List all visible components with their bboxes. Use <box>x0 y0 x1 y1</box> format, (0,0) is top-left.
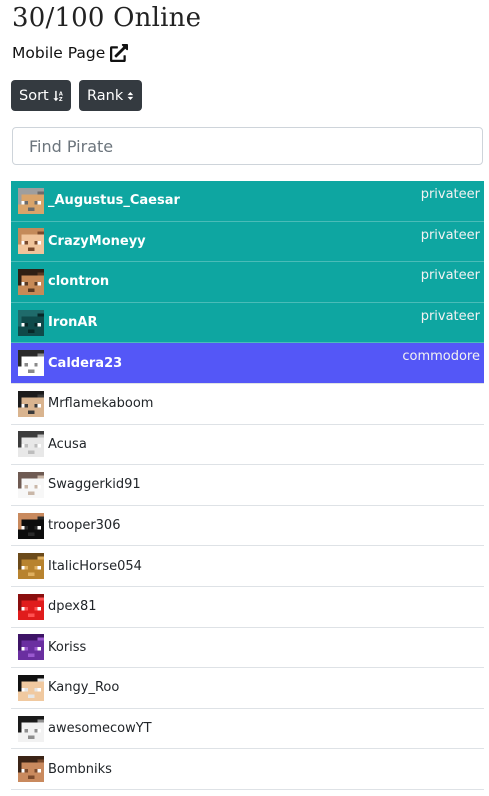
player-avatar-icon <box>18 350 44 377</box>
player-row[interactable]: clontron privateer <box>11 262 484 303</box>
player-avatar-icon <box>18 309 44 336</box>
sort-caret-icon <box>127 91 134 100</box>
player-row[interactable]: awesomecowYT <box>11 709 484 750</box>
player-row[interactable]: Kangy_Roo <box>11 668 484 709</box>
player-avatar-icon <box>18 553 44 580</box>
player-name: _Augustus_Caesar <box>48 193 180 209</box>
player-name: trooper306 <box>48 518 121 534</box>
player-name: Koriss <box>48 639 87 655</box>
player-row[interactable]: Caldera23 commodore <box>11 343 484 384</box>
player-row[interactable]: Koriss <box>11 628 484 669</box>
external-link-icon <box>110 44 129 62</box>
player-row[interactable]: CrazyMoneyy privateer <box>11 221 484 263</box>
player-row[interactable]: Mrflamekaboom <box>11 384 484 425</box>
player-rank-badge: privateer <box>420 227 480 243</box>
player-avatar-icon <box>18 431 44 458</box>
player-avatar-icon <box>18 187 44 214</box>
list-cutoff <box>11 791 484 796</box>
rank-button[interactable]: Rank <box>79 80 142 111</box>
player-name: Kangy_Roo <box>48 680 120 696</box>
player-name: ItalicHorse054 <box>48 558 142 574</box>
player-row[interactable]: Swaggerkid91 <box>11 465 484 506</box>
find-pirate-search-input[interactable] <box>12 127 483 165</box>
player-row[interactable]: _Augustus_Caesar privateer <box>11 181 484 222</box>
player-avatar-icon <box>18 715 44 742</box>
player-name: clontron <box>48 274 110 290</box>
player-avatar-icon <box>18 674 44 701</box>
rank-button-label: Rank <box>87 87 124 104</box>
player-name: CrazyMoneyy <box>48 233 146 249</box>
player-avatar-icon <box>18 512 44 539</box>
player-row[interactable]: dpex81 <box>11 587 484 628</box>
player-avatar-icon <box>18 390 44 417</box>
sort-button[interactable]: Sort A Z <box>11 80 71 111</box>
player-list: _Augustus_Caesar privateer CrazyMoneyy priv… <box>11 181 484 790</box>
player-row[interactable]: Bombniks <box>11 749 484 790</box>
player-rank-badge: privateer <box>420 308 480 324</box>
sort-button-label: Sort <box>19 87 49 104</box>
player-name: Swaggerkid91 <box>48 477 141 493</box>
player-row[interactable]: ItalicHorse054 <box>11 546 484 587</box>
player-rank-badge: commodore <box>402 349 480 365</box>
player-rank-badge: privateer <box>420 268 480 284</box>
svg-text:A: A <box>59 91 63 97</box>
player-name: IronAR <box>48 315 98 331</box>
svg-text:Z: Z <box>59 97 63 103</box>
player-name: Acusa <box>48 436 87 452</box>
page-title: 30/100 Online <box>12 3 202 33</box>
player-rank-badge: privateer <box>420 187 480 202</box>
player-avatar-icon <box>18 593 44 620</box>
sort-alpha-down-icon: A Z <box>53 90 63 103</box>
player-avatar-icon <box>18 228 44 255</box>
player-name: Caldera23 <box>48 355 123 371</box>
player-row[interactable]: Acusa <box>11 425 484 466</box>
player-row[interactable]: trooper306 <box>11 506 484 547</box>
player-row[interactable]: IronAR privateer <box>11 302 484 344</box>
player-avatar-icon <box>18 634 44 661</box>
player-name: awesomecowYT <box>48 721 152 737</box>
player-name: Mrflamekaboom <box>48 396 154 412</box>
player-avatar-icon <box>18 268 44 295</box>
mobile-page-link[interactable]: Mobile Page <box>12 44 129 62</box>
player-name: dpex81 <box>48 599 97 615</box>
player-avatar-icon <box>18 756 44 783</box>
player-avatar-icon <box>18 471 44 498</box>
mobile-page-label: Mobile Page <box>12 44 106 62</box>
player-name: Bombniks <box>48 761 112 777</box>
